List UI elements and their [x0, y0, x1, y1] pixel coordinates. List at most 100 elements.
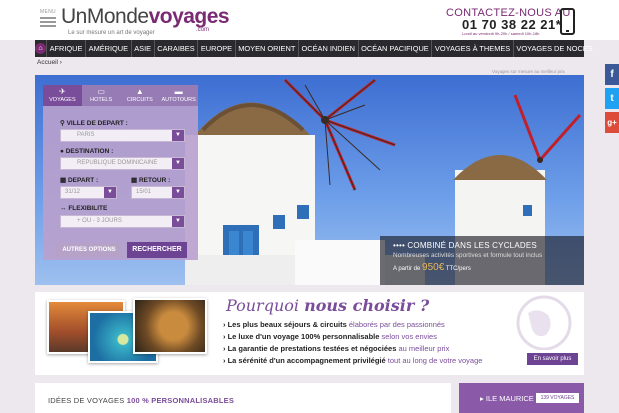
tab-autotours[interactable]: ▬ AUTOTOURS [159, 85, 198, 106]
facebook-icon[interactable]: f [605, 64, 619, 85]
tab-label: HOTELS [90, 97, 113, 103]
destination-title: ▸ ILE MAURICE [480, 394, 534, 403]
why-line: › La garantie de prestations testées et … [223, 344, 449, 353]
calendar-icon: ▦ [131, 177, 139, 184]
why-line-light: élaborés par des passionnés [348, 320, 445, 329]
nav-item-amerique[interactable]: AMÉRIQUE [85, 40, 131, 57]
tab-label: AUTOTOURS [161, 97, 196, 103]
why-title: Pourquoi nous choisir ? [226, 296, 429, 315]
nav-home[interactable]: ⌂ [35, 40, 46, 57]
destination-select[interactable]: REPUBLIQUE DOMINICAINE ▼ [60, 157, 185, 170]
retour-date-value: 15/01 [136, 189, 152, 195]
nav-item-ocean-pacifique[interactable]: OCÉAN PACIFIQUE [357, 40, 432, 57]
depart-city-select[interactable]: PARIS ▼ [60, 129, 185, 142]
globe-decoration-icon [516, 295, 572, 350]
menu-bar-icon [40, 17, 56, 19]
promo-price-line: A partir de 950€ TTC/pers [393, 262, 471, 273]
why-line: › Les plus beaux séjours & circuits élab… [223, 320, 445, 329]
calendar-icon: ▦ [60, 177, 68, 184]
depart-label-text: DEPART : [67, 177, 99, 184]
depart-date-value: 31/12 [65, 189, 81, 195]
why-line: › Le luxe d'un voyage 100% personnalisab… [223, 332, 437, 341]
map-icon: ▲ [135, 87, 144, 96]
tab-label: VOYAGES [49, 97, 76, 103]
nav-item-moyen-orient[interactable]: MOYEN ORIENT [234, 40, 298, 57]
home-icon: ⌂ [35, 43, 46, 54]
why-line-light: tout au long de votre voyage [387, 356, 483, 365]
promo-subtitle: Nombreuses activités sportives et formul… [393, 252, 543, 259]
why-title-b: nous choisir ? [304, 296, 430, 315]
menu-bar-icon [40, 21, 56, 23]
destination-value: REPUBLIQUE DOMINICAINE [77, 160, 158, 166]
search-panel: ✈ VOYAGES ▭ HOTELS ▲ CIRCUITS ▬ AUTOTOURS [43, 85, 198, 260]
nav-item-ocean-indien[interactable]: OCÉAN INDIEN [297, 40, 358, 57]
depart-label: ▦ DEPART : [60, 176, 98, 184]
promo-title: •••• COMBINÉ DANS LES CYCLADES [393, 241, 537, 250]
trip-ideas-prefix: IDÉES DE VOYAGES [48, 396, 125, 405]
breadcrumb-home[interactable]: Accueil [37, 59, 58, 66]
destination-title-text: ILE MAURICE [485, 394, 534, 403]
logo-prefix: UnMonde [61, 5, 149, 28]
flex-select[interactable]: + OU - 3 JOURS ▼ [60, 215, 185, 228]
chevron-down-icon: ▼ [172, 130, 184, 141]
why-line-strong: › Le luxe d'un voyage 100% personnalisab… [223, 332, 380, 341]
trip-ideas-strong: 100 % PERSONNALISABLES [126, 396, 235, 405]
nav-item-caraibes[interactable]: CARAIBES [153, 40, 198, 57]
tagline: Le sur mesure un art de voyager [68, 30, 155, 36]
why-line: › La sérénité d'un accompagnement privil… [223, 356, 482, 365]
why-line-strong: › Les plus beaux séjours & circuits [223, 320, 347, 329]
phone-icon [560, 8, 575, 35]
depart-city-value: PARIS [77, 132, 95, 138]
why-line-strong: › La garantie de prestations testées et … [223, 344, 397, 353]
chevron-down-icon: ▼ [104, 187, 116, 198]
search-tabs: ✈ VOYAGES ▭ HOTELS ▲ CIRCUITS ▬ AUTOTOURS [43, 85, 198, 106]
nav-item-europe[interactable]: EUROPE [197, 40, 234, 57]
destination-label: ● DESTINATION : [60, 148, 113, 155]
promo-price-suffix: TTC/pers [445, 266, 471, 272]
menu-bar-icon [40, 25, 56, 27]
google-plus-icon[interactable]: g+ [605, 112, 619, 133]
retour-date-select[interactable]: 15/01 ▼ [131, 186, 185, 199]
tab-voyages[interactable]: ✈ VOYAGES [43, 85, 82, 106]
flex-value: + OU - 3 JOURS [77, 218, 122, 224]
other-options-button[interactable]: AUTRES OPTIONS [56, 243, 122, 257]
nav-item-voyages-noces[interactable]: VOYAGES DE NOCES [512, 40, 595, 57]
menu-label: MENU [40, 9, 56, 15]
flex-label: ↔ FLEXIBILITE [60, 205, 107, 212]
flex-label-text: FLEXIBILITE [68, 205, 108, 212]
bed-icon: ▭ [97, 87, 105, 96]
chevron-down-icon: ▼ [172, 158, 184, 169]
nav-item-asie[interactable]: ASIE [130, 40, 154, 57]
why-line-light: au meilleur prix [398, 344, 450, 353]
promo-price-prefix: A partir de [393, 266, 421, 272]
tab-hotels[interactable]: ▭ HOTELS [81, 85, 121, 106]
pin-icon: ⚲ [60, 120, 67, 127]
breadcrumb: Accueil › [37, 59, 62, 66]
site-logo[interactable]: UnMondevoyages [61, 5, 230, 28]
contact-phone[interactable]: 01 70 38 22 21* [462, 17, 561, 32]
twitter-icon[interactable]: t [605, 88, 619, 109]
menu-button[interactable]: MENU [38, 9, 58, 35]
depart-city-label: ⚲ VILLE DE DEPART : [60, 119, 128, 127]
promo-price: 950€ [422, 262, 445, 273]
chevron-down-icon: ▼ [172, 187, 184, 198]
why-title-a: Pourquoi [226, 296, 299, 315]
plane-icon: ✈ [59, 87, 66, 96]
retour-label-text: RETOUR : [138, 177, 171, 184]
main-nav: ⌂ AFRIQUE AMÉRIQUE ASIE CARAIBES EUROPE … [35, 40, 593, 57]
nav-item-afrique[interactable]: AFRIQUE [46, 40, 85, 57]
tab-circuits[interactable]: ▲ CIRCUITS [120, 85, 160, 106]
destination-label-text: DESTINATION : [65, 148, 114, 155]
promo-box[interactable]: •••• COMBINÉ DANS LES CYCLADES Nombreuse… [380, 236, 584, 285]
nav-item-voyages-themes[interactable]: VOYAGES À THEMES [431, 40, 512, 57]
destination-count-badge: 139 VOYAGES [536, 393, 579, 403]
search-button[interactable]: RECHERCHER [127, 242, 187, 258]
learn-more-button[interactable]: En savoir plus [527, 353, 578, 365]
depart-date-select[interactable]: 31/12 ▼ [60, 186, 117, 199]
car-icon: ▬ [174, 87, 183, 96]
depart-city-label-text: VILLE DE DEPART : [66, 120, 128, 127]
trip-ideas-title: IDÉES DE VOYAGES 100 % PERSONNALISABLES [48, 396, 234, 405]
tab-label: CIRCUITS [126, 97, 153, 103]
lion-photo [133, 298, 207, 354]
chevron-down-icon: ▼ [172, 216, 184, 227]
